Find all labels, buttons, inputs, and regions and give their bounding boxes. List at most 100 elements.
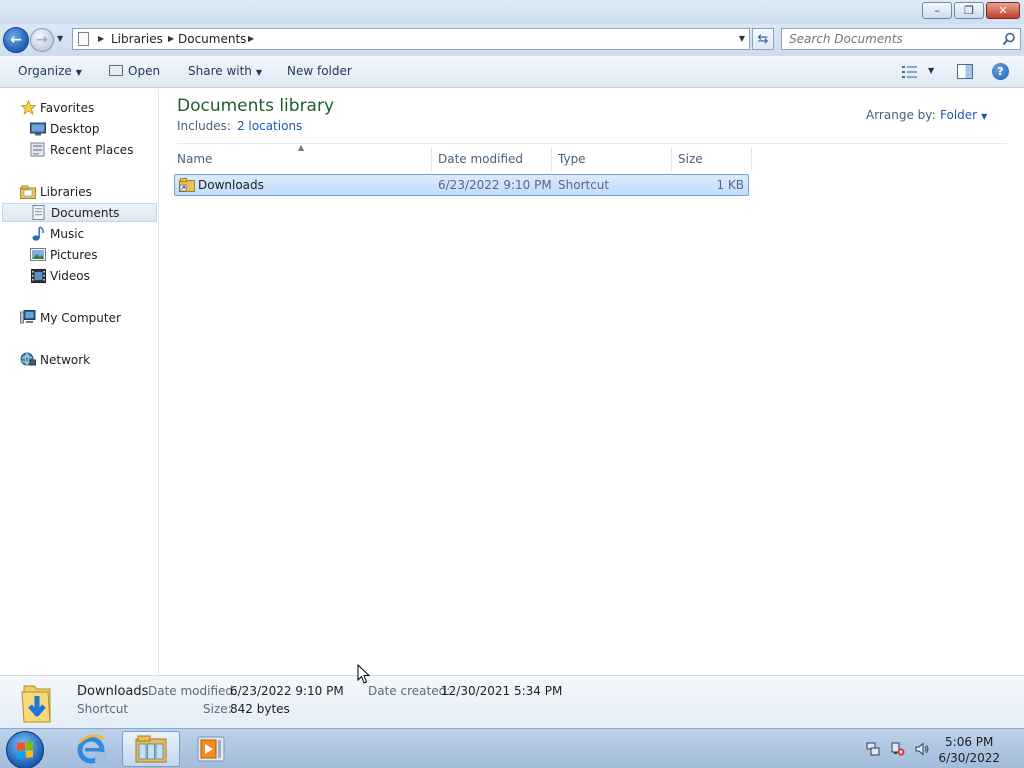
details-date-created-label: Date created: xyxy=(368,684,451,698)
nav-libraries[interactable]: Libraries xyxy=(20,182,92,201)
nav-network[interactable]: Network xyxy=(20,350,90,369)
nav-desktop-label: Desktop xyxy=(50,121,100,136)
breadcrumb-documents[interactable]: Documents xyxy=(178,32,246,46)
search-box[interactable] xyxy=(781,28,1021,50)
details-file-kind: Shortcut xyxy=(77,702,129,716)
open-button[interactable]: Open xyxy=(109,64,160,78)
change-view-icon[interactable] xyxy=(902,66,917,78)
address-dropdown-icon[interactable]: ▼ xyxy=(739,34,745,43)
back-arrow-icon: ← xyxy=(10,32,22,48)
pictures-icon xyxy=(30,247,46,263)
open-label: Open xyxy=(128,64,161,78)
breadcrumb-separator[interactable]: ▶ xyxy=(98,34,104,43)
nav-documents[interactable]: Documents xyxy=(2,203,157,222)
new-folder-button[interactable]: New folder xyxy=(287,64,352,78)
breadcrumb-separator[interactable]: ▶ xyxy=(168,34,174,43)
column-header-name[interactable]: Name xyxy=(177,147,432,171)
details-size-label: Size: xyxy=(203,702,232,716)
search-input[interactable] xyxy=(782,29,992,49)
back-button[interactable]: ← xyxy=(3,27,29,53)
refresh-button[interactable]: ⇆ xyxy=(752,28,774,50)
column-header-type[interactable]: Type xyxy=(558,147,672,171)
arrange-by-dropdown[interactable]: Folder ▼ xyxy=(940,108,987,122)
nav-network-label: Network xyxy=(40,352,91,367)
network-status-icon[interactable] xyxy=(891,742,905,756)
documents-icon xyxy=(31,205,47,221)
organize-label: Organize xyxy=(18,64,72,78)
system-clock[interactable]: 5:06 PM 6/30/2022 xyxy=(938,734,1000,766)
nav-pictures[interactable]: Pictures xyxy=(30,245,98,264)
minimize-button[interactable]: – xyxy=(922,2,952,19)
details-date-created: 12/30/2021 5:34 PM xyxy=(441,684,563,698)
downloads-folder-icon xyxy=(21,685,51,723)
page-icon xyxy=(78,32,89,46)
breadcrumb-libraries[interactable]: Libraries xyxy=(111,32,163,46)
taskbar-media-player[interactable] xyxy=(182,731,240,767)
windows-logo-icon xyxy=(17,741,33,759)
title-bar: – ❐ ✕ xyxy=(0,0,1024,24)
nav-recent-places[interactable]: Recent Places xyxy=(30,140,133,159)
volume-icon[interactable] xyxy=(915,742,929,756)
file-date-modified: 6/23/2022 9:10 PM xyxy=(438,178,552,192)
windows-explorer-icon xyxy=(135,735,167,763)
libraries-icon xyxy=(20,184,36,200)
library-title: Documents library xyxy=(177,96,335,116)
navigation-pane: Favorites Desktop Recent Places Librarie… xyxy=(0,89,159,675)
clock-time: 5:06 PM xyxy=(945,735,994,749)
share-with-button[interactable]: Share with ▼ xyxy=(188,64,262,78)
nav-desktop[interactable]: Desktop xyxy=(30,119,100,138)
arrange-by-value: Folder xyxy=(940,108,978,122)
nav-music[interactable]: Music xyxy=(30,224,84,243)
nav-music-label: Music xyxy=(50,226,85,241)
close-icon: ✕ xyxy=(998,4,1008,17)
file-row-downloads[interactable]: Downloads 6/23/2022 9:10 PM Shortcut 1 K… xyxy=(174,174,749,196)
file-size: 1 KB xyxy=(716,178,744,192)
includes-label: Includes: xyxy=(177,119,231,133)
nav-my-computer-label: My Computer xyxy=(40,310,121,325)
nav-favorites-label: Favorites xyxy=(40,100,95,115)
music-icon xyxy=(30,226,46,242)
mouse-cursor-icon xyxy=(357,664,371,684)
recent-pages-dropdown[interactable]: ▼ xyxy=(57,34,63,43)
view-options-dropdown[interactable]: ▼ xyxy=(928,66,934,75)
start-button[interactable] xyxy=(6,731,44,768)
file-name: Downloads xyxy=(198,178,264,192)
taskbar: 5:06 PM 6/30/2022 xyxy=(0,728,1024,768)
nav-videos-label: Videos xyxy=(50,268,90,283)
taskbar-internet-explorer[interactable] xyxy=(62,731,120,767)
nav-pictures-label: Pictures xyxy=(50,247,98,262)
address-bar[interactable]: ▶ Libraries ▶ Documents ▶ ▼ xyxy=(72,28,750,50)
help-icon[interactable]: ? xyxy=(992,63,1009,80)
nav-favorites[interactable]: Favorites xyxy=(20,98,94,117)
refresh-icon: ⇆ xyxy=(757,31,769,47)
column-header-date-modified[interactable]: Date modified xyxy=(438,147,552,171)
computer-icon xyxy=(20,310,36,326)
breadcrumb-separator[interactable]: ▶ xyxy=(248,34,254,43)
chevron-down-icon: ▼ xyxy=(255,68,263,77)
taskbar-windows-explorer[interactable] xyxy=(122,731,180,767)
forward-arrow-icon: → xyxy=(36,32,48,48)
action-center-icon[interactable] xyxy=(866,742,880,756)
search-icon[interactable] xyxy=(1002,32,1016,46)
details-date-modified-label: Date modified: xyxy=(148,684,238,698)
recent-places-icon xyxy=(30,142,46,158)
locations-link[interactable]: 2 locations xyxy=(237,119,302,133)
media-player-icon xyxy=(197,736,225,762)
videos-icon xyxy=(30,268,46,284)
nav-my-computer[interactable]: My Computer xyxy=(20,308,121,327)
share-with-label: Share with xyxy=(188,64,252,78)
folder-shortcut-icon xyxy=(179,178,195,192)
chevron-down-icon: ▼ xyxy=(75,68,82,77)
close-button[interactable]: ✕ xyxy=(986,2,1020,19)
forward-button[interactable]: → xyxy=(30,28,54,52)
organize-button[interactable]: Organize ▼ xyxy=(18,64,82,78)
column-header-size[interactable]: Size xyxy=(678,147,752,171)
nav-videos[interactable]: Videos xyxy=(30,266,90,285)
nav-documents-label: Documents xyxy=(51,205,120,220)
details-file-name: Downloads xyxy=(77,684,149,699)
restore-icon: ❐ xyxy=(964,4,974,17)
details-size: 842 bytes xyxy=(230,702,290,716)
preview-pane-icon[interactable] xyxy=(957,64,973,79)
internet-explorer-icon xyxy=(77,734,107,764)
restore-button[interactable]: ❐ xyxy=(954,2,984,19)
